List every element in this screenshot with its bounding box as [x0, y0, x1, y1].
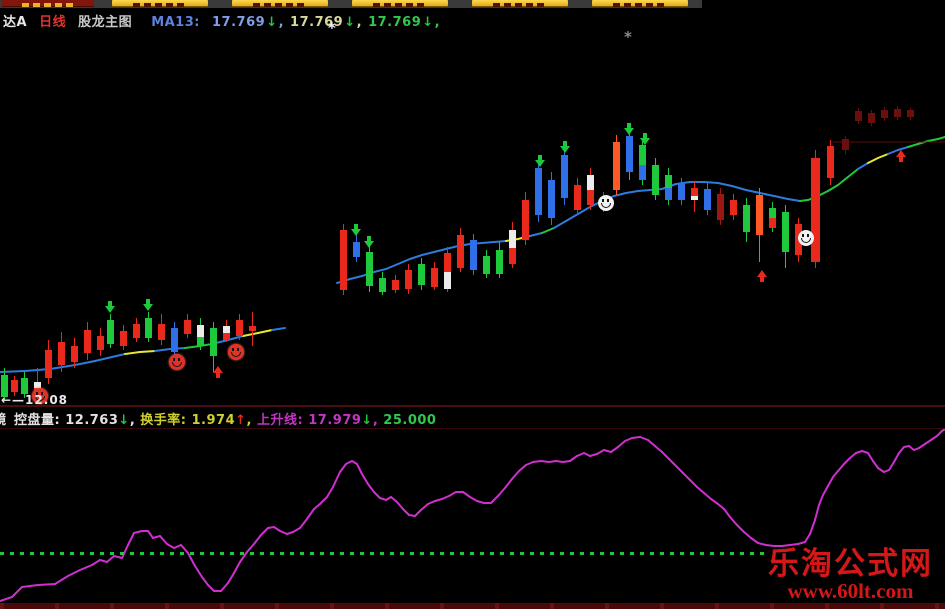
indicator-panel-header: 镜 控盘量: 12.763↓, 换手率: 1.974↑, 上升线: 17.979… — [0, 409, 945, 428]
indicator-sep: , — [129, 413, 141, 428]
toolbar-button[interactable] — [592, 0, 688, 7]
indicator-arrow-2: ↓ — [361, 413, 373, 428]
watermark-title: 乐淘公式网 — [768, 546, 933, 582]
indicator-values: 控盘量: 12.763↓, 换手率: 1.974↑, 上升线: 17.979↓,… — [14, 409, 436, 428]
dotted-reference-line — [0, 552, 766, 555]
main-candlestick-chart[interactable] — [0, 8, 945, 405]
indicator-arrow-1: ↑ — [235, 413, 247, 428]
indicator-sep: , — [246, 413, 258, 428]
indicator-label-1: 换手率: — [140, 413, 192, 428]
indicator-value-0: 12.763 — [65, 413, 119, 428]
toolbar-button[interactable] — [232, 0, 328, 7]
panel-separator-top — [0, 405, 945, 407]
indicator-value-3: 25.000 — [383, 413, 437, 428]
indicator-value-1: 1.974 — [191, 413, 236, 428]
indicator-prefix-char: 镜 — [0, 409, 7, 428]
indicator-value-2: 17.979 — [308, 413, 362, 428]
watermark: 乐淘公式网 www.60lt.com — [768, 548, 933, 602]
indicator-arrow-0: ↓ — [118, 413, 130, 428]
toolbar-button[interactable] — [472, 0, 568, 7]
indicator-label-0: 控盘量: — [14, 413, 66, 428]
indicator-label-2: 上升线: — [257, 413, 309, 428]
bottom-band — [0, 603, 945, 609]
trading-app-window: 达A 日线 股龙主图 MA13: 17.769↓, 17.769↓, 17.769↓… — [0, 0, 945, 609]
indicator-sep: , — [372, 413, 384, 428]
watermark-url: www.60lt.com — [787, 579, 914, 603]
toolbar-button[interactable] — [2, 0, 94, 7]
toolbar-button[interactable] — [352, 0, 448, 7]
toolbar-button[interactable] — [112, 0, 208, 7]
toolbar — [0, 0, 702, 8]
